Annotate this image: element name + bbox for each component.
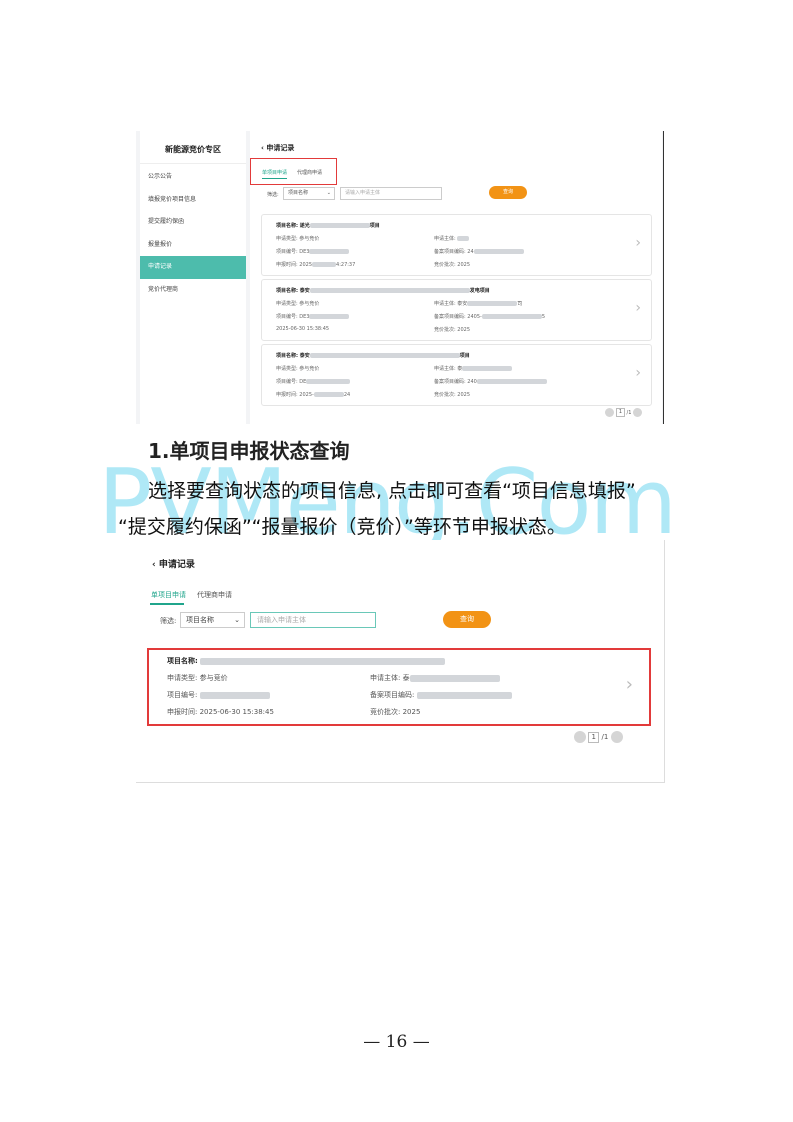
chevron-right-icon: › bbox=[635, 300, 641, 316]
record-card-highlighted[interactable]: 项目名称: 申请类型: 参与竞价 申请主体: 泰 项目编号: 备案项目编码: 申… bbox=[147, 648, 651, 726]
page-title: ‹ 申请记录 bbox=[152, 557, 195, 570]
applicant-subject: 申请主体: 泰安司 bbox=[434, 301, 523, 307]
record-code: 备案项目编码: bbox=[370, 690, 512, 700]
application-type: 申请类型: 参与竞价 bbox=[276, 366, 320, 372]
page-title-text: 申请记录 bbox=[158, 560, 195, 570]
prev-page-icon[interactable] bbox=[574, 731, 586, 743]
project-name: 项目名称: 泰安 发电项目 bbox=[276, 288, 490, 294]
applicant-subject: 申请主体: bbox=[434, 235, 470, 242]
chevron-down-icon: ⌄ bbox=[234, 616, 240, 624]
screenshot-border bbox=[663, 131, 664, 424]
filter-select[interactable]: 项目名称 ⌄ bbox=[180, 612, 245, 628]
declare-time: 申报时间: 2025-06-30 15:38:45 bbox=[167, 708, 274, 716]
applicant-subject: 申请主体: 泰 bbox=[434, 365, 513, 372]
record-card[interactable]: 项目名称: 遂光 项目 申请类型: 参与竞价 申请主体: 项目编号: DE3 备案… bbox=[261, 214, 652, 276]
sidebar-item-announcements[interactable]: 公示公告 bbox=[140, 166, 246, 189]
filter-select[interactable]: 项目名称 ⌄ bbox=[283, 187, 335, 200]
applicant-subject: 申请主体: 泰 bbox=[370, 673, 500, 683]
chevron-down-icon: ⌄ bbox=[326, 190, 331, 196]
filter-select-value: 项目名称 bbox=[186, 616, 214, 624]
project-code: 项目编号: DE bbox=[276, 378, 351, 385]
project-code: 项目编号: bbox=[167, 690, 270, 700]
search-button[interactable]: 查询 bbox=[443, 611, 491, 628]
current-page[interactable]: 1 bbox=[615, 408, 625, 417]
sidebar-item-bidding[interactable]: 报量报价 bbox=[140, 234, 246, 257]
filter-select-value: 项目名称 bbox=[288, 190, 309, 196]
project-name: 项目名称: 遂光 项目 bbox=[276, 223, 380, 229]
paragraph-line-2: “提交履约保函”“报量报价（竞价）”等环节申报状态。 bbox=[118, 516, 566, 538]
sidebar-item-guarantee[interactable]: 提交履约保函 bbox=[140, 211, 246, 234]
subject-search-input[interactable]: 请输入申请主体 bbox=[250, 612, 376, 628]
screenshot-single-record-highlight: ‹ 申请记录 单项目申请 代理商申请 筛选: 项目名称 ⌄ 请输入申请主体 查询… bbox=[136, 540, 665, 783]
pagination: 1 /1 bbox=[574, 731, 623, 743]
bid-batch: 竞价批次: 2025 bbox=[434, 392, 471, 398]
next-page-icon[interactable] bbox=[610, 731, 623, 743]
section-title: 1.单项目申报状态查询 bbox=[148, 439, 350, 463]
back-chevron-icon[interactable]: ‹ bbox=[152, 560, 156, 570]
application-type: 申请类型: 参与竞价 bbox=[276, 301, 320, 307]
declare-time: 申报时间: 2025- 24 bbox=[276, 392, 351, 398]
screenshot-application-records-list: 新能源竞价专区 公示公告 填报竞价项目信息 提交履约保函 报量报价 申请记录 竞… bbox=[136, 131, 664, 424]
filter-label: 筛选: bbox=[160, 617, 177, 625]
tab-single-project[interactable]: 单项目申请 bbox=[151, 590, 186, 600]
project-code: 项目编号: DE3 bbox=[276, 248, 350, 255]
paragraph-line-1: 选择要查询状态的项目信息, 点击即可查看“项目信息填报” bbox=[148, 480, 636, 502]
records-panel: ‹ 申请记录 单项目申请 代理商申请 筛选: 项目名称 ⌄ 请输入申请主体 查询… bbox=[250, 131, 662, 424]
chevron-right-icon: › bbox=[625, 674, 633, 695]
subject-search-input[interactable]: 请输入申请主体 bbox=[340, 187, 442, 200]
current-page[interactable]: 1 bbox=[588, 731, 600, 743]
tab-single-project[interactable]: 单项目申请 bbox=[262, 169, 288, 179]
declare-time: 申报时间: 2025 4:27:37 bbox=[276, 262, 356, 268]
record-card[interactable]: 项目名称: 泰安 项目 申请类型: 参与竞价 申请主体: 泰 项目编号: DE 备… bbox=[261, 344, 652, 406]
page-title-text: 申请记录 bbox=[266, 144, 295, 152]
page-total: /1 bbox=[601, 733, 609, 741]
back-chevron-icon[interactable]: ‹ bbox=[261, 144, 264, 152]
sidebar-brand: 新能源竞价专区 bbox=[140, 131, 246, 164]
filter-label: 筛选: bbox=[267, 192, 279, 198]
next-page-icon[interactable] bbox=[633, 408, 642, 417]
bid-batch: 竞价批次: 2025 bbox=[434, 262, 471, 268]
prev-page-icon[interactable] bbox=[605, 408, 615, 417]
project-code: 项目编号: DE3 bbox=[276, 313, 350, 320]
sidebar: 新能源竞价专区 公示公告 填报竞价项目信息 提交履约保函 报量报价 申请记录 竞… bbox=[140, 131, 246, 424]
page-number: — 16 — bbox=[363, 1032, 430, 1052]
sidebar-item-records[interactable]: 申请记录 bbox=[140, 256, 246, 279]
application-type: 申请类型: 参与竞价 bbox=[276, 236, 320, 242]
bid-batch: 竞价批次: 2025 bbox=[434, 327, 471, 333]
page-total: /1 bbox=[626, 410, 632, 416]
pagination: 1 /1 bbox=[605, 408, 642, 417]
application-type: 申请类型: 参与竞价 bbox=[167, 674, 228, 682]
declare-time: 2025-06-30 15:38:45 bbox=[276, 326, 330, 332]
active-tab-indicator bbox=[150, 603, 184, 605]
project-name: 项目名称: 泰安 项目 bbox=[276, 353, 470, 359]
sidebar-item-agents[interactable]: 竞价代理商 bbox=[140, 279, 246, 302]
sidebar-item-project-info[interactable]: 填报竞价项目信息 bbox=[140, 189, 246, 212]
tab-agent[interactable]: 代理商申请 bbox=[297, 169, 322, 176]
chevron-right-icon: › bbox=[635, 235, 641, 251]
record-card[interactable]: 项目名称: 泰安 发电项目 申请类型: 参与竞价 申请主体: 泰安司 项目编号: … bbox=[261, 279, 652, 341]
record-code: 备案项目编码: 240 bbox=[434, 378, 547, 385]
tab-agent[interactable]: 代理商申请 bbox=[197, 590, 232, 600]
project-name: 项目名称: bbox=[167, 656, 446, 666]
chevron-right-icon: › bbox=[635, 365, 641, 381]
page-title: ‹ 申请记录 bbox=[261, 143, 294, 153]
record-code: 备案项目编码: 2405- 5 bbox=[434, 314, 545, 320]
record-code: 备案项目编码: 24 bbox=[434, 248, 524, 255]
search-button[interactable]: 查询 bbox=[489, 186, 527, 199]
bid-batch: 竞价批次: 2025 bbox=[370, 708, 421, 716]
